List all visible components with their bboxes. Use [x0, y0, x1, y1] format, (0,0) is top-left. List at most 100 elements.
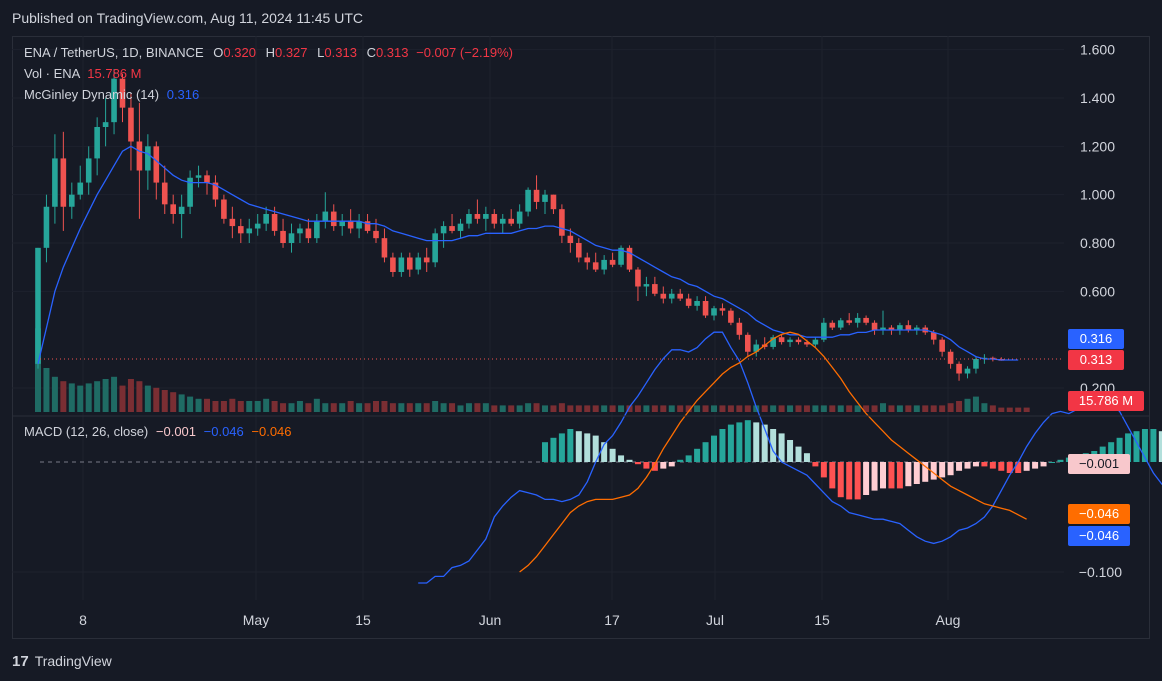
- candle-body: [94, 126, 100, 159]
- candle-body: [432, 233, 438, 263]
- candle-body: [812, 339, 819, 345]
- volume-bar: [1006, 407, 1013, 412]
- volume-bar: [373, 401, 379, 412]
- volume-bar: [406, 403, 413, 412]
- histogram-bar: [871, 462, 878, 491]
- volume-bar: [727, 405, 734, 412]
- macd-tick-label: −0.100: [1079, 564, 1122, 580]
- histogram-bar: [702, 442, 709, 462]
- candle-body: [170, 204, 176, 214]
- candle-body: [660, 293, 667, 299]
- volume-bar: [905, 405, 912, 412]
- x-tick-label: Jun: [479, 612, 502, 628]
- macd-value: −0.046: [203, 424, 244, 439]
- volume-bar: [643, 405, 650, 412]
- candle-body: [77, 182, 84, 195]
- volume-bar: [161, 390, 168, 412]
- histogram-bar: [685, 455, 692, 462]
- ohlc-legend: ENA / TetherUS, 1D, BINANCE O0.320 H0.32…: [24, 45, 513, 60]
- candle-body: [204, 175, 210, 183]
- candle-body: [635, 269, 641, 287]
- candle-body: [652, 284, 658, 294]
- x-tick-label: 8: [79, 612, 87, 628]
- candle-body: [347, 221, 354, 229]
- histogram-bar: [846, 462, 853, 500]
- histogram-bar: [896, 462, 903, 489]
- volume-bar: [770, 405, 777, 412]
- volume-bar: [440, 403, 447, 412]
- signal-value: −0.046: [251, 424, 292, 439]
- volume-bar: [922, 405, 929, 412]
- candle-body: [677, 293, 683, 299]
- candle-body: [314, 221, 320, 239]
- volume-bar: [1015, 407, 1022, 412]
- open-label: O: [213, 45, 224, 60]
- candle-body: [263, 213, 269, 224]
- histogram-bar: [998, 462, 1005, 471]
- volume-bars: [35, 328, 1030, 412]
- histogram-bar: [1023, 462, 1030, 471]
- volume-bar: [220, 401, 227, 412]
- candle-body: [280, 230, 286, 243]
- candle-body: [871, 322, 878, 330]
- footer-brand: TradingView: [34, 653, 112, 669]
- open-value: 0.320: [223, 45, 256, 60]
- candle-body: [702, 300, 709, 316]
- histogram-bar: [677, 459, 684, 462]
- x-tick-label: 17: [604, 612, 620, 628]
- volume-bar: [516, 405, 523, 412]
- candle-body: [195, 175, 202, 178]
- histogram-bar: [643, 462, 650, 469]
- volume-bar: [609, 405, 616, 412]
- volume-bar: [364, 403, 371, 412]
- candle-body: [829, 322, 836, 328]
- volume-bar: [837, 405, 844, 412]
- candle-body: [229, 218, 236, 227]
- candle-body: [466, 213, 472, 224]
- volume-bar: [153, 387, 160, 412]
- candle-body: [246, 228, 253, 234]
- candle-body: [491, 213, 498, 224]
- histogram-bar: [787, 440, 794, 462]
- histogram-bar: [550, 437, 557, 462]
- volume-bar: [449, 403, 456, 412]
- volume-bar: [542, 405, 548, 412]
- volume-bar: [389, 403, 396, 412]
- candle-body: [533, 189, 540, 202]
- high-value: 0.327: [274, 45, 308, 60]
- volume-bar: [423, 403, 430, 412]
- volume-bar: [415, 403, 422, 412]
- candle-body: [668, 293, 675, 299]
- candle-body: [457, 223, 464, 231]
- high-label: H: [265, 45, 275, 60]
- candle-body: [297, 228, 303, 234]
- volume-bar: [347, 401, 354, 412]
- volume-bar: [305, 403, 312, 412]
- volume-bar: [102, 379, 109, 412]
- x-tick-label: Jul: [706, 612, 724, 628]
- volume-bar: [761, 405, 768, 412]
- histogram-bar: [634, 462, 641, 465]
- histogram-bar: [913, 462, 920, 484]
- volume-bar: [457, 405, 464, 412]
- histogram-bar: [888, 462, 895, 489]
- volume-bar: [474, 403, 481, 412]
- candle-body: [35, 247, 41, 364]
- volume-bar: [719, 405, 726, 412]
- macd-badge: −0.046: [1079, 528, 1119, 543]
- histogram-bar: [939, 462, 946, 478]
- volume-bar: [972, 396, 979, 412]
- candle-body: [516, 211, 523, 224]
- candle-body: [423, 257, 430, 263]
- candle-body: [508, 218, 514, 224]
- candle-body: [837, 320, 844, 328]
- volume-bar: [499, 405, 506, 412]
- price-badges: 0.316 0.313 15.786 M −0.001 −0.046 −0.04…: [1068, 329, 1144, 546]
- symbol-label: ENA / TetherUS, 1D, BINANCE: [24, 45, 204, 60]
- candle-body: [550, 194, 557, 210]
- chart-canvas[interactable]: 0.2000.6000.8001.0001.2001.4001.600−0.10…: [0, 0, 1162, 681]
- volume-bar: [634, 405, 641, 412]
- volume-bar: [68, 383, 75, 412]
- candle-body: [685, 298, 692, 306]
- histogram-bar: [947, 462, 954, 476]
